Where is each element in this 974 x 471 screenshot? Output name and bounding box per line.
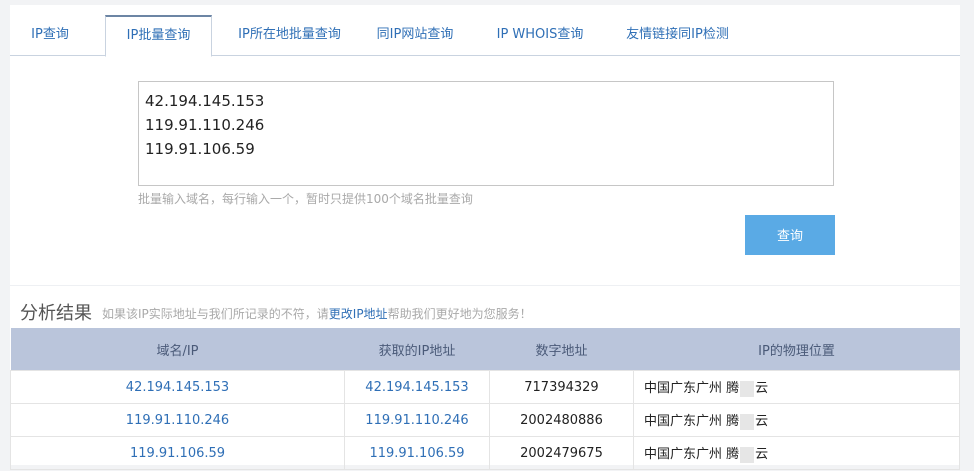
table-row: 119.91.110.246 119.91.110.246 2002480886… [10, 403, 960, 437]
redacted-mark [740, 380, 755, 397]
col-domain-ip: 域名/IP [10, 328, 345, 371]
row-domain[interactable]: 42.194.145.153 [10, 370, 345, 404]
tab-ip-location-batch[interactable]: IP所在地批量查询 [222, 15, 357, 56]
row-domain[interactable]: 119.91.110.246 [10, 403, 345, 437]
location-text: 中国广东广州 腾 [644, 447, 740, 463]
col-resolved-ip: 获取的IP地址 [344, 328, 490, 371]
divider [10, 285, 960, 286]
location-text-end: 云 [755, 447, 769, 463]
table-header-row: 域名/IP 获取的IP地址 数字地址 IP的物理位置 [10, 328, 960, 371]
tab-ip-batch-query[interactable]: IP批量查询 [105, 15, 212, 57]
row-location: 中国广东广州 腾云 [633, 403, 960, 437]
redacted-mark [740, 413, 755, 430]
row-location: 中国广东广州 腾云 [633, 436, 960, 470]
result-note-text-end: 帮助我们更好地为您服务！ [387, 307, 532, 321]
row-location: 中国广东广州 腾云 [633, 370, 960, 404]
table-row: 42.194.145.153 42.194.145.153 717394329 … [10, 370, 960, 404]
row-ip[interactable]: 119.91.110.246 [344, 403, 490, 437]
location-text: 中国广东广州 腾 [644, 381, 740, 397]
row-ip[interactable]: 42.194.145.153 [344, 370, 490, 404]
tab-friend-link-check[interactable]: 友情链接同IP检测 [615, 15, 740, 56]
result-note-text: 如果该IP实际地址与我们所记录的不符，请 [102, 307, 329, 321]
results-table: 域名/IP 获取的IP地址 数字地址 IP的物理位置 42.194.145.15… [10, 328, 960, 470]
row-ip[interactable]: 119.91.106.59 [344, 436, 490, 470]
row-number: 2002480886 [489, 403, 634, 437]
tab-ip-whois[interactable]: IP WHOIS查询 [485, 15, 595, 56]
row-domain[interactable]: 119.91.106.59 [10, 436, 345, 470]
location-text-end: 云 [755, 414, 769, 430]
location-text: 中国广东广州 腾 [644, 414, 740, 430]
row-number: 2002479675 [489, 436, 634, 470]
redacted-mark [740, 446, 755, 463]
tab-bar: IP查询 IP批量查询 IP所在地批量查询 同IP网站查询 IP WHOIS查询… [10, 15, 960, 57]
result-title: 分析结果 [20, 303, 92, 324]
table-row: 119.91.106.59 119.91.106.59 2002479675 中… [10, 436, 960, 470]
row-number: 717394329 [489, 370, 634, 404]
tab-same-ip-sites[interactable]: 同IP网站查询 [365, 15, 465, 56]
tab-ip-query[interactable]: IP查询 [10, 15, 90, 56]
batch-ip-input[interactable] [138, 81, 834, 186]
result-note: 如果该IP实际地址与我们所记录的不符，请更改IP地址帮助我们更好地为您服务！ [102, 305, 532, 322]
col-physical-location: IP的物理位置 [633, 328, 960, 371]
col-numeric-address: 数字地址 [489, 328, 634, 371]
location-text-end: 云 [755, 381, 769, 397]
query-button[interactable]: 查询 [745, 215, 835, 255]
main-panel: IP查询 IP批量查询 IP所在地批量查询 同IP网站查询 IP WHOIS查询… [10, 5, 960, 470]
batch-hint: 批量输入域名，每行输入一个，暂时只提供100个域名批量查询 [138, 192, 473, 206]
change-ip-link[interactable]: 更改IP地址 [329, 307, 388, 321]
